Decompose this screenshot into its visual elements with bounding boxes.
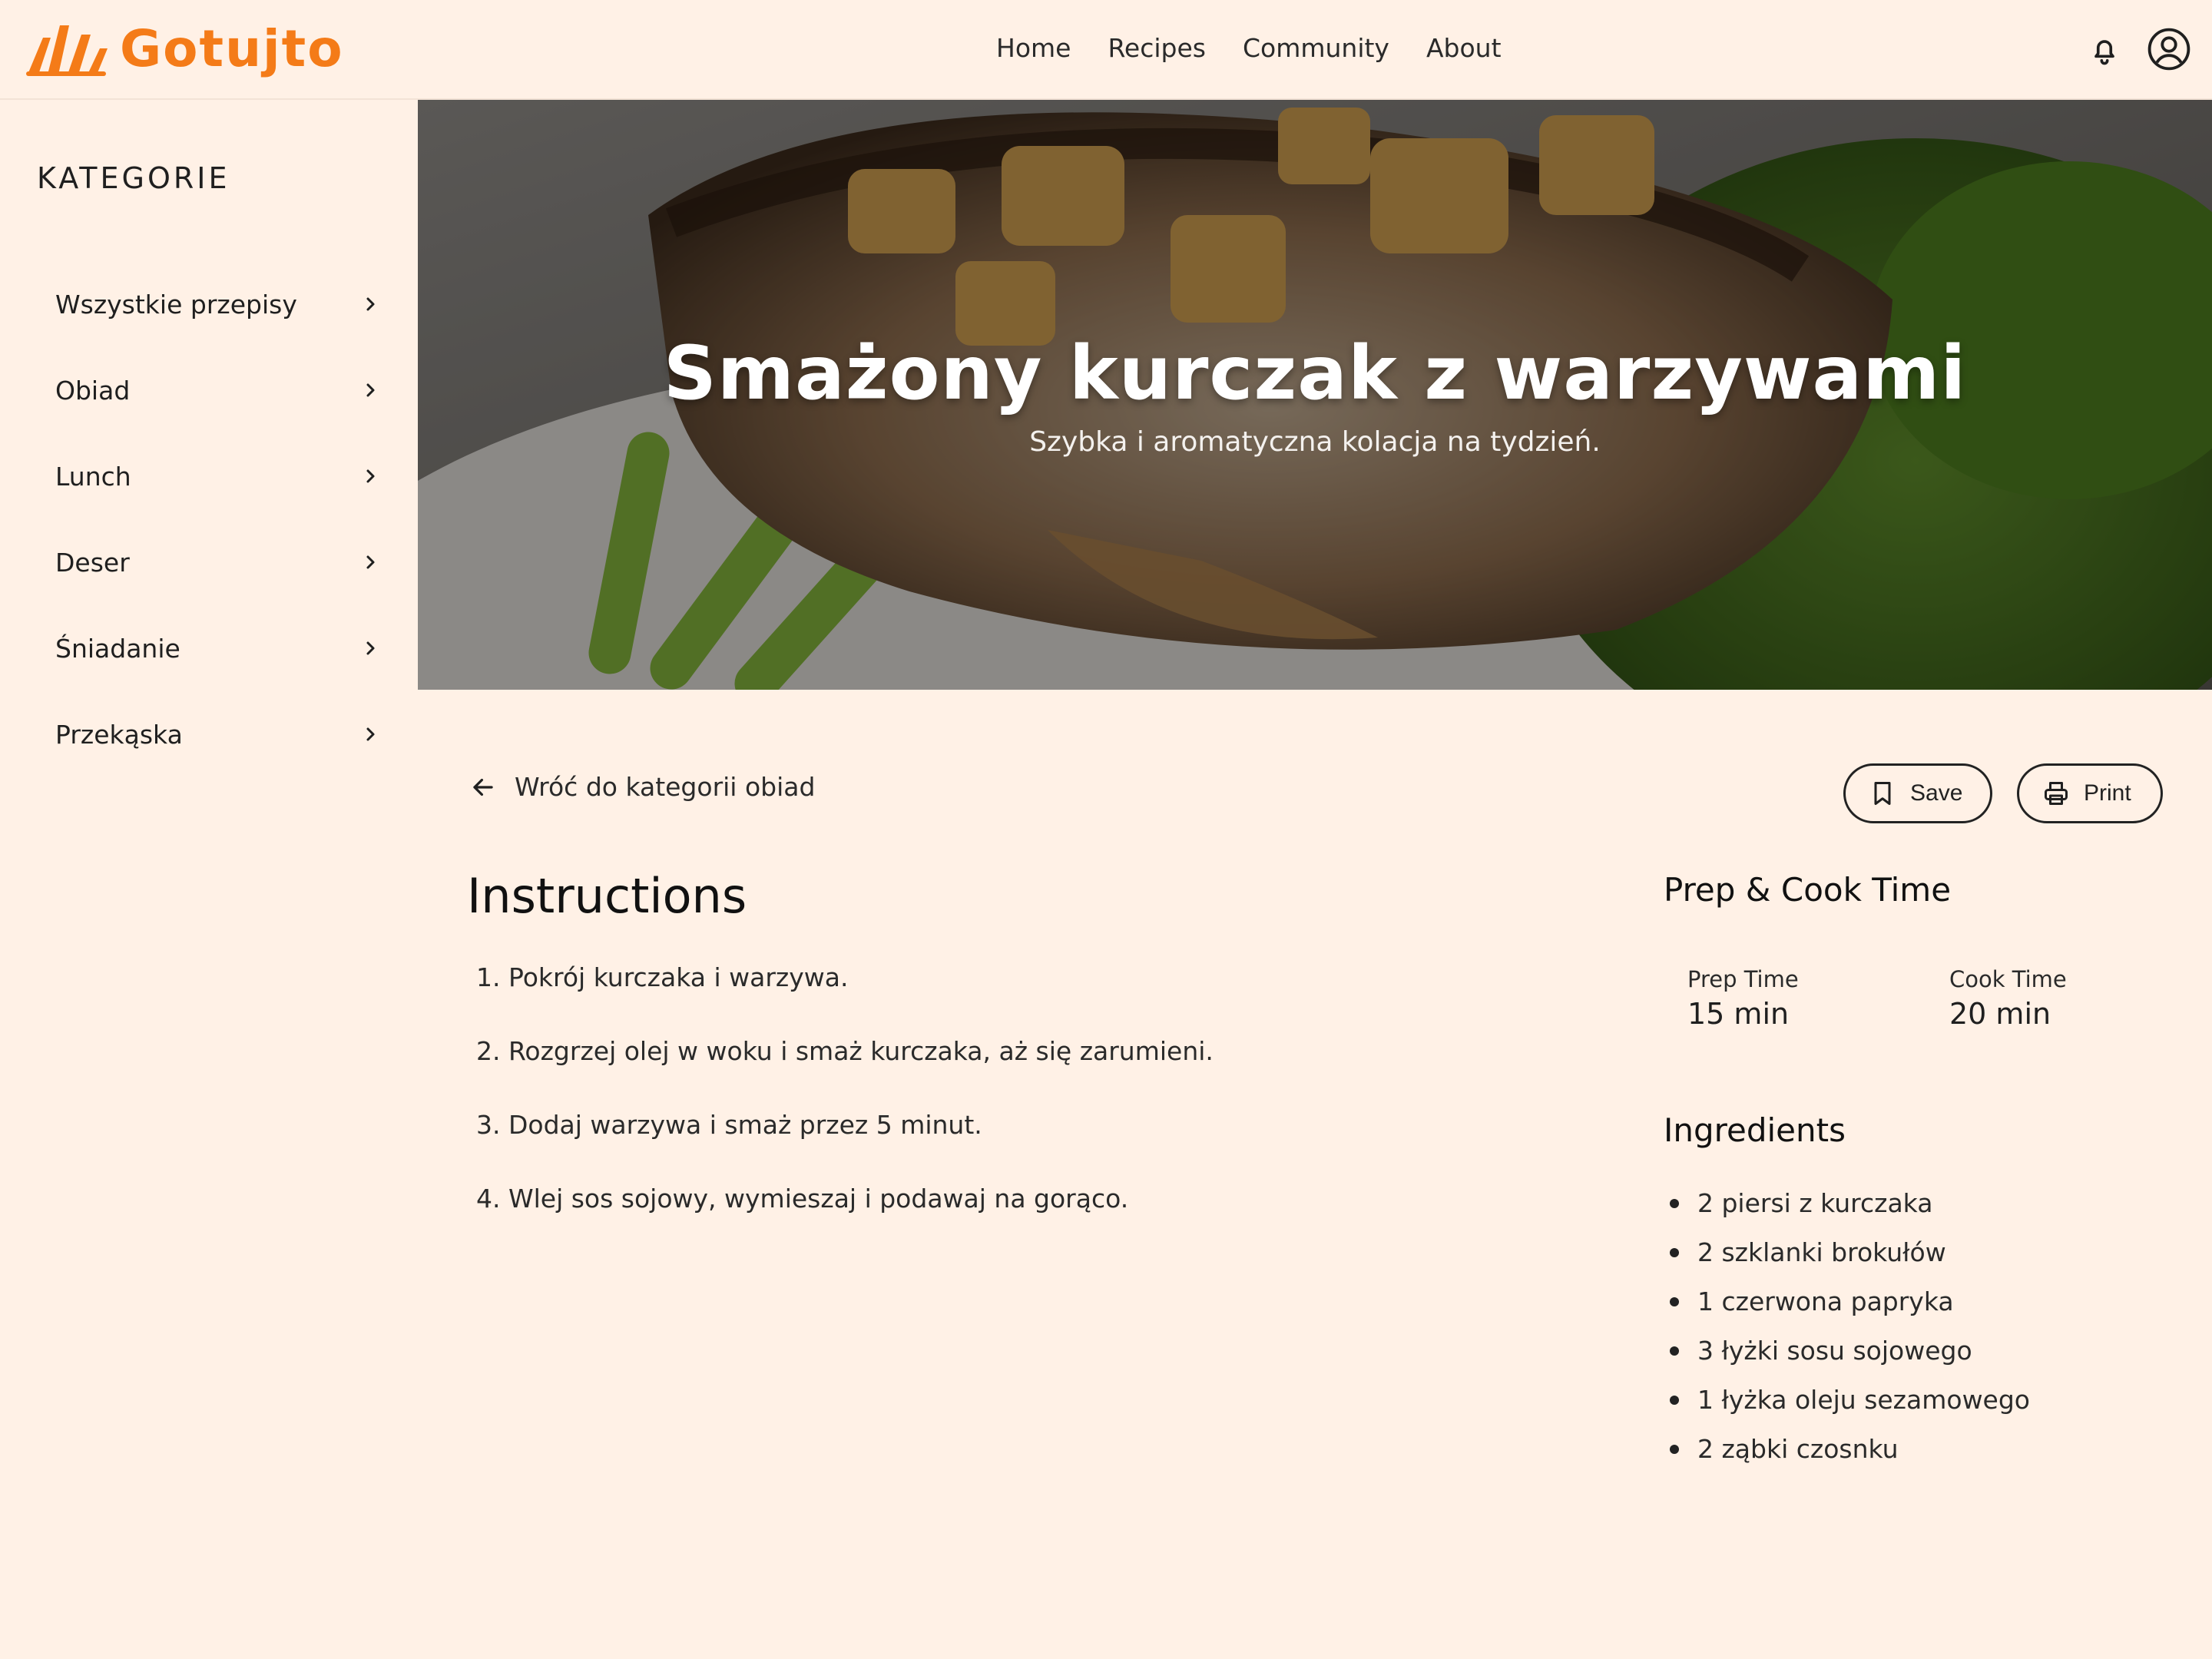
print-label: Print — [2084, 780, 2131, 806]
chevron-right-icon — [366, 727, 375, 741]
ingredient-item: 2 ząbki czosnku — [1664, 1425, 2030, 1474]
category-sidebar: KATEGORIE Wszystkie przepisy Obiad Lunch… — [0, 100, 418, 1659]
nav-home[interactable]: Home — [996, 31, 1071, 66]
prep-cook-heading: Prep & Cook Time — [1664, 871, 1952, 909]
instruction-step: 3. Dodaj warzywa i smaż przez 5 minut. — [476, 1110, 982, 1140]
ingredient-item: 1 czerwona papryka — [1664, 1277, 2030, 1326]
main-nav: Home Recipes Community About — [996, 31, 1502, 66]
chevron-right-icon — [366, 383, 375, 397]
ingredient-text: 1 łyżka oleju sezamowego — [1697, 1385, 2030, 1415]
bullet-icon — [1670, 1248, 1679, 1257]
instruction-step: 4. Wlej sos sojowy, wymieszaj i podawaj … — [476, 1184, 1129, 1214]
recipe-subtitle: Szybka i aromatyczna kolacja na tydzień. — [1029, 426, 1601, 458]
chevron-right-icon — [366, 469, 375, 483]
back-to-category-link[interactable]: Wróć do kategorii obiad — [469, 772, 815, 802]
nav-community[interactable]: Community — [1243, 31, 1389, 66]
sidebar-item-label: Śniadanie — [55, 633, 180, 664]
chevron-right-icon — [366, 641, 375, 655]
sidebar-item-obiad[interactable]: Obiad — [18, 347, 387, 433]
recipe-title: Smażony kurczak z warzywami — [663, 330, 1967, 416]
instructions-heading: Instructions — [467, 868, 747, 924]
instruction-step: 2. Rozgrzej olej w woku i smaż kurczaka,… — [476, 1036, 1214, 1066]
ingredients-heading: Ingredients — [1664, 1111, 1846, 1149]
bullet-icon — [1670, 1199, 1679, 1208]
instructions-list: 1. Pokrój kurczaka i warzywa. 2. Rozgrze… — [476, 960, 1214, 1255]
sidebar-item-label: Obiad — [55, 375, 131, 406]
prep-time-label: Prep Time — [1687, 966, 1799, 992]
sidebar-item-deser[interactable]: Deser — [18, 519, 387, 605]
save-label: Save — [1910, 780, 1963, 806]
ingredient-item: 1 łyżka oleju sezamowego — [1664, 1376, 2030, 1425]
sidebar-item-sniadanie[interactable]: Śniadanie — [18, 605, 387, 691]
nav-recipes[interactable]: Recipes — [1108, 31, 1206, 66]
cook-time-label: Cook Time — [1949, 966, 2067, 992]
logo-icon — [26, 25, 108, 76]
nav-about[interactable]: About — [1426, 31, 1502, 66]
sidebar-item-lunch[interactable]: Lunch — [18, 433, 387, 519]
chevron-right-icon — [366, 555, 375, 569]
bookmark-icon — [1874, 782, 1891, 805]
arrow-left-icon — [473, 778, 493, 796]
ingredient-item: 2 szklanki brokułów — [1664, 1228, 2030, 1277]
sidebar-item-label: Przekąska — [55, 719, 183, 750]
sidebar-item-label: Lunch — [55, 461, 131, 492]
logo[interactable]: Gotujto — [25, 18, 344, 80]
ingredient-text: 2 ząbki czosnku — [1697, 1434, 1899, 1464]
bullet-icon — [1670, 1346, 1679, 1356]
top-header: Gotujto Home Recipes Community About — [0, 0, 2212, 100]
ingredient-item: 2 piersi z kurczaka — [1664, 1179, 2030, 1228]
printer-icon — [2045, 782, 2068, 805]
bell-icon[interactable] — [2088, 34, 2121, 68]
bullet-icon — [1670, 1297, 1679, 1306]
recipe-hero: Smażony kurczak z warzywami Szybka i aro… — [418, 100, 2212, 690]
sidebar-item-label: Deser — [55, 547, 130, 578]
chevron-right-icon — [366, 297, 375, 311]
ingredient-item: 3 łyżki sosu sojowego — [1664, 1326, 2030, 1376]
back-link-label: Wróć do kategorii obiad — [515, 772, 816, 802]
ingredient-text: 2 szklanki brokułów — [1697, 1237, 1946, 1267]
instruction-step: 1. Pokrój kurczaka i warzywa. — [476, 962, 849, 992]
sidebar-title: KATEGORIE — [37, 161, 230, 195]
print-button[interactable]: Print — [2017, 763, 2163, 823]
prep-time-value: 15 min — [1687, 997, 1790, 1031]
sidebar-item-przekaska[interactable]: Przekąska — [18, 691, 387, 777]
ingredients-list: 2 piersi z kurczaka 2 szklanki brokułów … — [1664, 1179, 2030, 1474]
ingredient-text: 1 czerwona papryka — [1697, 1286, 1954, 1316]
user-circle-icon[interactable] — [2147, 27, 2191, 71]
category-list: Wszystkie przepisy Obiad Lunch Deser Śni… — [18, 261, 387, 777]
sidebar-item-label: Wszystkie przepisy — [55, 289, 297, 320]
ingredient-text: 3 łyżki sosu sojowego — [1697, 1336, 1972, 1366]
brand-name: Gotujto — [120, 19, 344, 78]
ingredient-text: 2 piersi z kurczaka — [1697, 1188, 1933, 1218]
sidebar-item-all-recipes[interactable]: Wszystkie przepisy — [18, 261, 387, 347]
cook-time-value: 20 min — [1949, 997, 2051, 1031]
bullet-icon — [1670, 1445, 1679, 1454]
save-button[interactable]: Save — [1843, 763, 1992, 823]
bullet-icon — [1670, 1396, 1679, 1405]
